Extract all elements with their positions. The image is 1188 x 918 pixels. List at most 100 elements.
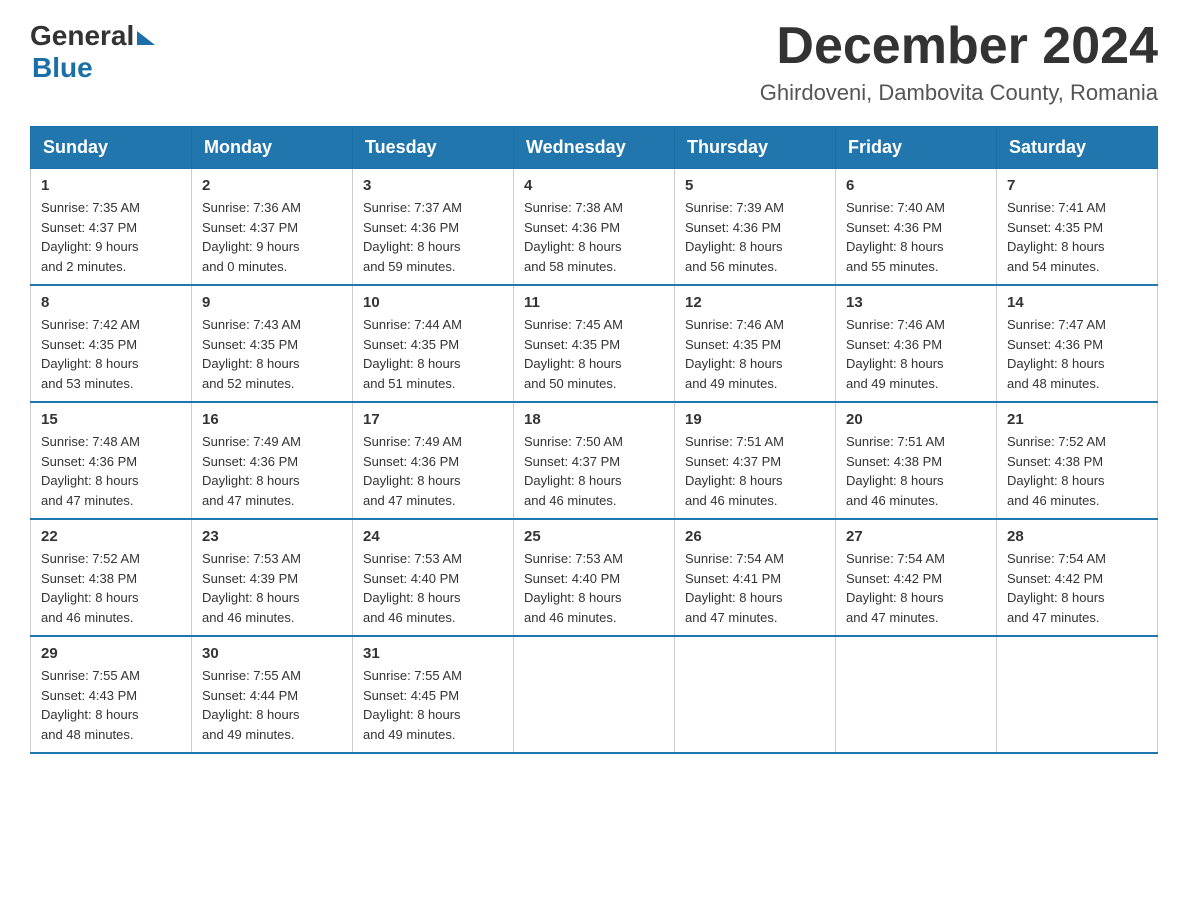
day-info: Sunrise: 7:36 AMSunset: 4:37 PMDaylight:… [202, 198, 342, 276]
day-info: Sunrise: 7:35 AMSunset: 4:37 PMDaylight:… [41, 198, 181, 276]
calendar-table: Sunday Monday Tuesday Wednesday Thursday… [30, 126, 1158, 754]
table-row [675, 636, 836, 753]
day-info: Sunrise: 7:43 AMSunset: 4:35 PMDaylight:… [202, 315, 342, 393]
table-row: 23Sunrise: 7:53 AMSunset: 4:39 PMDayligh… [192, 519, 353, 636]
day-info: Sunrise: 7:46 AMSunset: 4:36 PMDaylight:… [846, 315, 986, 393]
calendar-week-4: 22Sunrise: 7:52 AMSunset: 4:38 PMDayligh… [31, 519, 1158, 636]
day-info: Sunrise: 7:55 AMSunset: 4:43 PMDaylight:… [41, 666, 181, 744]
day-info: Sunrise: 7:47 AMSunset: 4:36 PMDaylight:… [1007, 315, 1147, 393]
day-number: 26 [685, 528, 825, 545]
day-number: 31 [363, 645, 503, 662]
day-number: 10 [363, 294, 503, 311]
day-number: 17 [363, 411, 503, 428]
table-row: 2 Sunrise: 7:36 AMSunset: 4:37 PMDaylight… [192, 169, 353, 286]
day-info: Sunrise: 7:38 AMSunset: 4:36 PMDaylight:… [524, 198, 664, 276]
table-row: 3 Sunrise: 7:37 AMSunset: 4:36 PMDaylight… [353, 169, 514, 286]
table-row: 30Sunrise: 7:55 AMSunset: 4:44 PMDayligh… [192, 636, 353, 753]
day-number: 25 [524, 528, 664, 545]
month-title: December 2024 [760, 20, 1158, 72]
table-row: 11Sunrise: 7:45 AMSunset: 4:35 PMDayligh… [514, 285, 675, 402]
table-row: 27Sunrise: 7:54 AMSunset: 4:42 PMDayligh… [836, 519, 997, 636]
day-number: 15 [41, 411, 181, 428]
title-section: December 2024 Ghirdoveni, Dambovita Coun… [760, 20, 1158, 106]
day-info: Sunrise: 7:44 AMSunset: 4:35 PMDaylight:… [363, 315, 503, 393]
col-sunday: Sunday [31, 127, 192, 169]
logo-arrow-icon [137, 31, 155, 45]
day-number: 30 [202, 645, 342, 662]
day-info: Sunrise: 7:53 AMSunset: 4:40 PMDaylight:… [524, 549, 664, 627]
table-row: 26 Sunrise: 7:54 AMSunset: 4:41 PMDayligh… [675, 519, 836, 636]
logo-general-text: General [30, 20, 134, 52]
day-number: 9 [202, 294, 342, 311]
day-number: 3 [363, 177, 503, 194]
table-row: 10 Sunrise: 7:44 AMSunset: 4:35 PMDayligh… [353, 285, 514, 402]
day-number: 1 [41, 177, 181, 194]
day-number: 28 [1007, 528, 1147, 545]
table-row: 21 Sunrise: 7:52 AMSunset: 4:38 PMDayligh… [997, 402, 1158, 519]
table-row: 13Sunrise: 7:46 AMSunset: 4:36 PMDayligh… [836, 285, 997, 402]
day-info: Sunrise: 7:51 AMSunset: 4:38 PMDaylight:… [846, 432, 986, 510]
table-row: 29 Sunrise: 7:55 AMSunset: 4:43 PMDayligh… [31, 636, 192, 753]
table-row: 28 Sunrise: 7:54 AMSunset: 4:42 PMDayligh… [997, 519, 1158, 636]
table-row: 19 Sunrise: 7:51 AMSunset: 4:37 PMDayligh… [675, 402, 836, 519]
table-row [836, 636, 997, 753]
table-row: 9 Sunrise: 7:43 AMSunset: 4:35 PMDaylight… [192, 285, 353, 402]
day-info: Sunrise: 7:39 AMSunset: 4:36 PMDaylight:… [685, 198, 825, 276]
col-wednesday: Wednesday [514, 127, 675, 169]
page-header: General Blue December 2024 Ghirdoveni, D… [30, 20, 1158, 106]
table-row: 25 Sunrise: 7:53 AMSunset: 4:40 PMDayligh… [514, 519, 675, 636]
day-number: 21 [1007, 411, 1147, 428]
day-number: 12 [685, 294, 825, 311]
table-row: 8Sunrise: 7:42 AMSunset: 4:35 PMDaylight… [31, 285, 192, 402]
day-number: 6 [846, 177, 986, 194]
table-row: 24Sunrise: 7:53 AMSunset: 4:40 PMDayligh… [353, 519, 514, 636]
day-info: Sunrise: 7:40 AMSunset: 4:36 PMDaylight:… [846, 198, 986, 276]
day-info: Sunrise: 7:54 AMSunset: 4:42 PMDaylight:… [1007, 549, 1147, 627]
table-row: 7Sunrise: 7:41 AMSunset: 4:35 PMDaylight… [997, 169, 1158, 286]
day-number: 18 [524, 411, 664, 428]
day-info: Sunrise: 7:45 AMSunset: 4:35 PMDaylight:… [524, 315, 664, 393]
table-row: 14 Sunrise: 7:47 AMSunset: 4:36 PMDayligh… [997, 285, 1158, 402]
col-monday: Monday [192, 127, 353, 169]
day-number: 19 [685, 411, 825, 428]
day-info: Sunrise: 7:49 AMSunset: 4:36 PMDaylight:… [363, 432, 503, 510]
day-info: Sunrise: 7:53 AMSunset: 4:39 PMDaylight:… [202, 549, 342, 627]
day-number: 2 [202, 177, 342, 194]
day-number: 22 [41, 528, 181, 545]
day-info: Sunrise: 7:48 AMSunset: 4:36 PMDaylight:… [41, 432, 181, 510]
day-info: Sunrise: 7:55 AMSunset: 4:45 PMDaylight:… [363, 666, 503, 744]
col-saturday: Saturday [997, 127, 1158, 169]
table-row: 20Sunrise: 7:51 AMSunset: 4:38 PMDayligh… [836, 402, 997, 519]
location-text: Ghirdoveni, Dambovita County, Romania [760, 80, 1158, 106]
calendar-week-2: 8Sunrise: 7:42 AMSunset: 4:35 PMDaylight… [31, 285, 1158, 402]
table-row: 5 Sunrise: 7:39 AMSunset: 4:36 PMDaylight… [675, 169, 836, 286]
logo: General Blue [30, 20, 155, 84]
day-info: Sunrise: 7:54 AMSunset: 4:41 PMDaylight:… [685, 549, 825, 627]
table-row [997, 636, 1158, 753]
logo-blue-text: Blue [32, 52, 155, 84]
table-row: 18Sunrise: 7:50 AMSunset: 4:37 PMDayligh… [514, 402, 675, 519]
day-number: 4 [524, 177, 664, 194]
col-tuesday: Tuesday [353, 127, 514, 169]
day-number: 14 [1007, 294, 1147, 311]
col-thursday: Thursday [675, 127, 836, 169]
calendar-week-1: 1 Sunrise: 7:35 AMSunset: 4:37 PMDaylight… [31, 169, 1158, 286]
day-number: 5 [685, 177, 825, 194]
table-row: 1 Sunrise: 7:35 AMSunset: 4:37 PMDaylight… [31, 169, 192, 286]
table-row: 15 Sunrise: 7:48 AMSunset: 4:36 PMDayligh… [31, 402, 192, 519]
table-row: 12Sunrise: 7:46 AMSunset: 4:35 PMDayligh… [675, 285, 836, 402]
table-row: 6 Sunrise: 7:40 AMSunset: 4:36 PMDaylight… [836, 169, 997, 286]
day-info: Sunrise: 7:54 AMSunset: 4:42 PMDaylight:… [846, 549, 986, 627]
table-row [514, 636, 675, 753]
day-info: Sunrise: 7:37 AMSunset: 4:36 PMDaylight:… [363, 198, 503, 276]
table-row: 4 Sunrise: 7:38 AMSunset: 4:36 PMDaylight… [514, 169, 675, 286]
day-info: Sunrise: 7:52 AMSunset: 4:38 PMDaylight:… [1007, 432, 1147, 510]
day-info: Sunrise: 7:51 AMSunset: 4:37 PMDaylight:… [685, 432, 825, 510]
table-row: 17 Sunrise: 7:49 AMSunset: 4:36 PMDayligh… [353, 402, 514, 519]
day-number: 29 [41, 645, 181, 662]
day-info: Sunrise: 7:53 AMSunset: 4:40 PMDaylight:… [363, 549, 503, 627]
day-info: Sunrise: 7:41 AMSunset: 4:35 PMDaylight:… [1007, 198, 1147, 276]
table-row: 22Sunrise: 7:52 AMSunset: 4:38 PMDayligh… [31, 519, 192, 636]
col-friday: Friday [836, 127, 997, 169]
table-row: 31 Sunrise: 7:55 AMSunset: 4:45 PMDayligh… [353, 636, 514, 753]
